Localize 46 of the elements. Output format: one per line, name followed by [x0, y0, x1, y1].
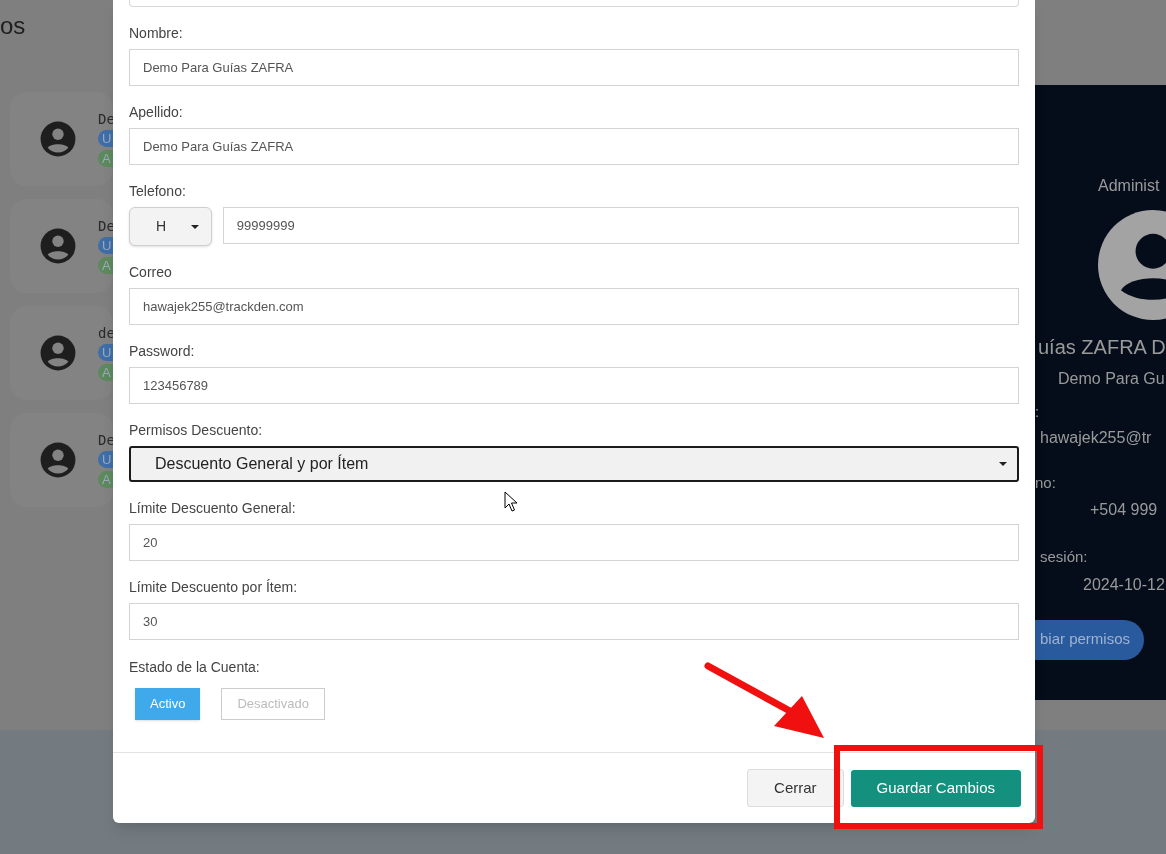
field-label: Permisos Descuento: — [129, 421, 263, 440]
field-label: Nombre: — [129, 24, 183, 43]
field-label: Telefono: — [129, 182, 186, 201]
avatar-icon — [39, 334, 77, 372]
field-label: Estado de la Cuenta: — [129, 658, 260, 677]
profile-name: uías ZAFRA D — [1038, 335, 1166, 360]
profile-email: hawajek255@tr — [1040, 427, 1152, 448]
avatar-icon — [39, 227, 77, 265]
discount-dropdown[interactable]: Descuento General y por Ítem — [129, 446, 1019, 482]
input-field[interactable]: Demo Para Guías ZAFRA — [129, 49, 1019, 86]
session-label: sesión: — [1040, 547, 1088, 567]
user-badge: U — [98, 344, 113, 361]
field-label: Límite Descuento General: — [129, 499, 296, 518]
user-badge: U — [98, 130, 113, 147]
caret-icon — [190, 224, 199, 229]
user-badge: A — [98, 257, 113, 274]
role-label: Administ — [1098, 176, 1160, 196]
phone-input-field[interactable]: 99999999 — [222, 207, 1019, 244]
close-button[interactable]: Cerrar — [747, 769, 844, 807]
profile-session: 2024-10-12 — [1083, 574, 1165, 595]
input-field[interactable]: Demo Para Guías ZAFRA — [129, 128, 1019, 165]
input-field[interactable]: 30 — [129, 603, 1019, 640]
field-label: Correo — [129, 263, 172, 282]
country-code-dropdown[interactable]: H — [129, 207, 212, 246]
avatar-icon — [39, 441, 77, 479]
mouse-cursor-icon — [504, 491, 518, 512]
input-field[interactable]: hawajek255@trackden.com — [129, 288, 1019, 325]
field-label: Límite Descuento por Ítem: — [129, 578, 298, 597]
input-field[interactable] — [129, 0, 1019, 7]
user-badge: A — [98, 364, 113, 381]
input-field[interactable]: 20 — [129, 524, 1019, 561]
field-label: Password: — [129, 342, 195, 361]
user-badge: A — [98, 471, 113, 488]
input-field[interactable]: 123456789 — [129, 367, 1019, 404]
profile-subtitle: Demo Para Gu — [1058, 369, 1165, 389]
field-label: Apellido: — [129, 103, 183, 122]
avatar-icon — [39, 120, 77, 158]
user-badge: U — [98, 451, 113, 468]
profile-phone: +504 999 — [1090, 500, 1158, 520]
caret-icon — [999, 462, 1007, 466]
save-button[interactable]: Guardar Cambios — [850, 769, 1021, 807]
phone-label: no: — [1035, 472, 1056, 493]
user-badge: A — [98, 150, 113, 167]
email-label: : — [1035, 402, 1040, 422]
page-title: os — [0, 11, 26, 41]
user-badge: U — [98, 237, 113, 254]
